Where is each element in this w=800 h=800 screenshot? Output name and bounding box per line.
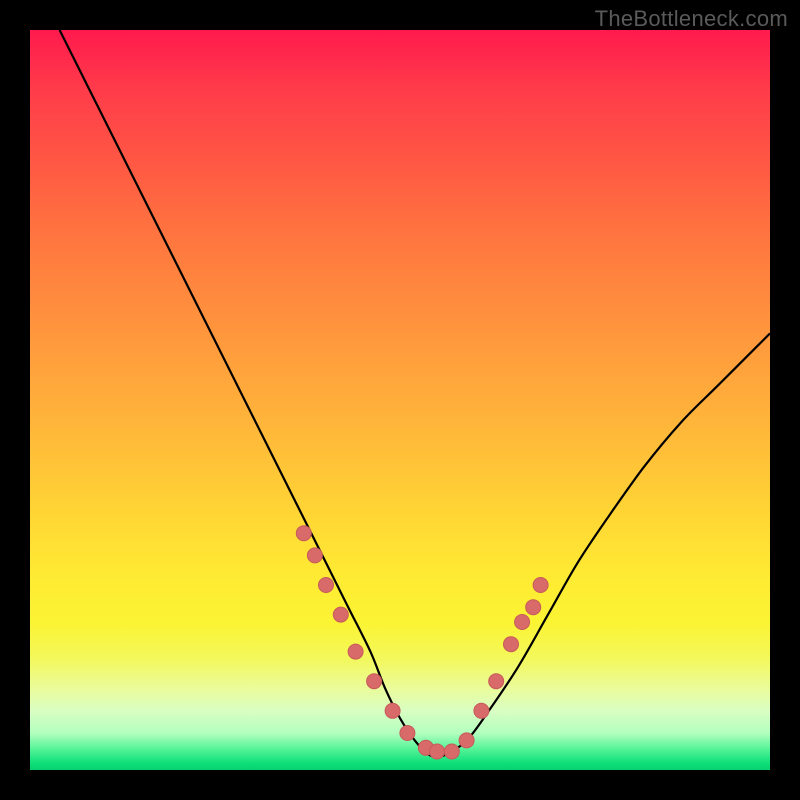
marker-group <box>296 526 548 759</box>
marker-point <box>474 703 489 718</box>
marker-point <box>489 674 504 689</box>
marker-point <box>333 607 348 622</box>
watermark-text: TheBottleneck.com <box>595 6 788 32</box>
marker-point <box>319 578 334 593</box>
marker-point <box>504 637 519 652</box>
marker-point <box>430 744 445 759</box>
marker-point <box>459 733 474 748</box>
marker-point <box>444 744 459 759</box>
marker-point <box>348 644 363 659</box>
chart-frame: TheBottleneck.com <box>0 0 800 800</box>
marker-point <box>307 548 322 563</box>
marker-point <box>400 726 415 741</box>
marker-point <box>385 703 400 718</box>
curve-svg <box>30 30 770 770</box>
bottleneck-curve <box>60 30 770 757</box>
marker-point <box>515 615 530 630</box>
marker-point <box>367 674 382 689</box>
marker-point <box>533 578 548 593</box>
marker-point <box>296 526 311 541</box>
marker-point <box>526 600 541 615</box>
plot-area <box>30 30 770 770</box>
